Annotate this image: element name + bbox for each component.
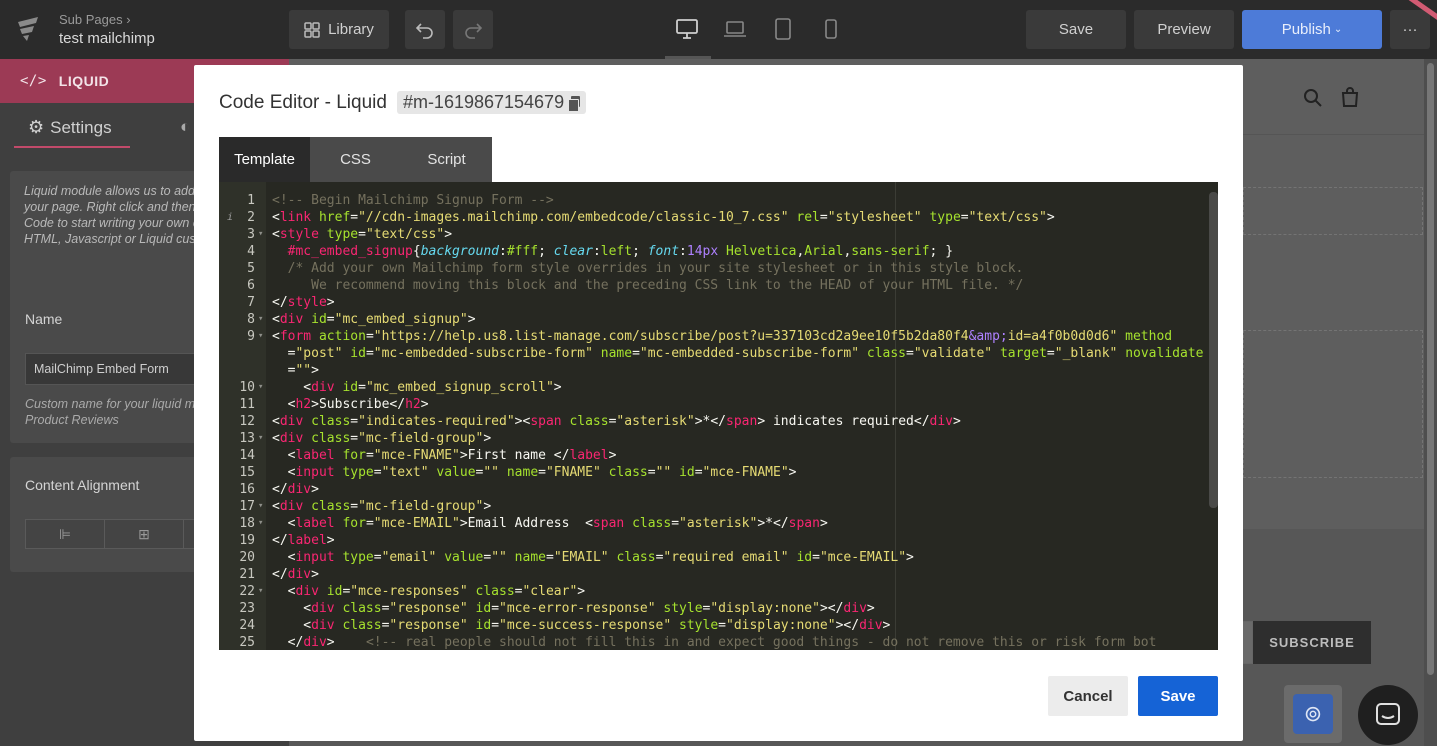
code-editor-modal: Code Editor - Liquid #m-1619867154679 Te… <box>194 65 1243 741</box>
section-placeholder <box>1243 330 1423 478</box>
gear-icon: ⚙ <box>28 117 45 137</box>
fold-arrow-icon: ▾ <box>258 229 264 239</box>
fold-arrow-icon: ▾ <box>258 331 264 341</box>
align-left-icon: ⊫ <box>58 525 72 542</box>
modal-title: Code Editor - Liquid #m-1619867154679 <box>219 91 587 114</box>
tablet-icon[interactable] <box>768 14 798 44</box>
code-line: 11 <h2>Subscribe</h2> <box>239 397 429 412</box>
element-id-chip[interactable]: #m-1619867154679 <box>396 91 587 114</box>
page-scrollbar[interactable] <box>1424 59 1437 746</box>
fold-arrow-icon: ▾ <box>258 314 264 324</box>
redo-icon <box>465 22 483 39</box>
tab-css[interactable]: CSS <box>310 137 401 182</box>
breadcrumb[interactable]: Sub Pages › <box>59 12 131 27</box>
fold-arrow-icon: ▾ <box>258 433 264 443</box>
code-line: 15 <input type="text" value="" name="FNA… <box>239 465 797 480</box>
editor-tabs: Template CSS Script <box>219 137 492 182</box>
code-line: 22 ▾ <div id="mce-responses" class="clear… <box>239 584 586 599</box>
code-line: 8 ▾ <div id="mc_embed_signup"> <box>247 312 476 327</box>
publish-button[interactable]: Publish ⌄ <box>1242 10 1382 49</box>
code-line: 10 ▾ <div id="mc_embed_signup_scroll"> <box>239 380 562 395</box>
page-title: test mailchimp <box>59 30 155 47</box>
code-line: 13 ▾ <div class="mc-field-group"> <box>239 431 492 446</box>
fold-arrow-icon: ▾ <box>258 501 264 511</box>
code-line: 24 <div class="response" id="mce-success… <box>239 618 891 633</box>
preview-button[interactable]: Preview <box>1134 10 1234 49</box>
chat-icon <box>1376 703 1400 725</box>
code-line: 6 We recommend moving this block and the… <box>247 278 1024 293</box>
chevron-right-icon: › <box>126 12 131 27</box>
code-line: 12 <div class="indicates-required"><span … <box>239 414 961 429</box>
code-line: 1 <!-- Begin Mailchimp Signup Form --> <box>247 193 554 208</box>
align-center-button[interactable]: ⊞ <box>104 519 184 549</box>
library-button[interactable]: Library <box>289 10 389 49</box>
search-icon[interactable] <box>1303 88 1323 108</box>
cart-icon[interactable] <box>1340 86 1360 108</box>
help-button[interactable]: ⊚ <box>1284 685 1342 743</box>
align-center-icon: ⊞ <box>138 525 150 542</box>
code-line: 23 <div class="response" id="mce-error-r… <box>239 601 875 616</box>
code-line: =""> <box>272 363 319 378</box>
tab-settings[interactable]: ⚙ Settings <box>28 117 112 138</box>
active-tab-indicator <box>14 146 130 148</box>
name-label: Name <box>25 311 63 327</box>
undo-icon <box>415 22 433 39</box>
redo-button[interactable] <box>453 10 493 49</box>
tab-template[interactable]: Template <box>219 137 310 182</box>
chat-button[interactable] <box>1358 685 1418 745</box>
alignment-label: Content Alignment <box>25 477 140 493</box>
code-line: 7 </style> <box>247 295 335 310</box>
code-line: 17 ▾ <div class="mc-field-group"> <box>239 499 492 514</box>
code-line: 21 </div> <box>239 567 319 582</box>
code-line: 20 <input type="email" value="" name="EM… <box>239 550 914 565</box>
app-logo-icon[interactable] <box>14 14 44 44</box>
undo-button[interactable] <box>405 10 445 49</box>
fold-arrow-icon: ▾ <box>258 518 264 528</box>
code-line: 19 </label> <box>239 533 335 548</box>
code-line: 9 ▾ <form action="https://help.us8.list-ma… <box>247 329 1173 344</box>
code-line: ="post" id="mc-embedded-subscribe-form" … <box>272 346 1204 361</box>
code-line: 14 <label for="mce-FNAME">First name </l… <box>239 448 617 463</box>
lifebuoy-icon: ⊚ <box>1293 694 1333 734</box>
editor-scrollbar[interactable] <box>1209 192 1218 508</box>
copy-icon <box>568 95 581 112</box>
fold-arrow-icon: ▾ <box>258 586 264 596</box>
desktop-icon[interactable] <box>672 14 702 44</box>
palette-icon[interactable]: ◐ <box>180 117 190 137</box>
save-button[interactable]: Save <box>1138 676 1218 716</box>
laptop-icon[interactable] <box>720 14 750 44</box>
cancel-button[interactable]: Cancel <box>1048 676 1128 716</box>
subscribe-button[interactable]: SUBSCRIBE <box>1253 621 1371 664</box>
code-line: i 2 <link href="//cdn-images.mailchimp.com… <box>227 210 1055 225</box>
mobile-icon[interactable] <box>816 14 846 44</box>
code-line: 18 ▾ <label for="mce-EMAIL">Email Address… <box>239 516 828 531</box>
code-editor[interactable]: 1 <!-- Begin Mailchimp Signup Form --> i2… <box>219 182 1218 650</box>
code-line: 25 </div> <!-- real people should not fi… <box>239 635 1157 650</box>
code-icon: </> <box>20 73 47 89</box>
notification-ribbon <box>1401 0 1437 24</box>
fold-arrow-icon: ▾ <box>258 382 264 392</box>
section-placeholder <box>1243 187 1423 235</box>
code-line: 5 /* Add your own Mailchimp form style o… <box>247 261 1024 276</box>
align-left-button[interactable]: ⊫ <box>25 519 105 549</box>
grid-icon <box>304 21 320 38</box>
chevron-down-icon: ⌄ <box>1333 24 1343 35</box>
save-page-button[interactable]: Save <box>1026 10 1126 49</box>
code-content[interactable]: 1 <!-- Begin Mailchimp Signup Form --> i2… <box>219 192 1209 650</box>
top-toolbar: Sub Pages › test mailchimp Library Save … <box>0 0 1437 59</box>
code-line: 16 </div> <box>239 482 319 497</box>
tab-script[interactable]: Script <box>401 137 492 182</box>
code-line: 3 ▾ <style type="text/css"> <box>247 227 453 242</box>
code-line: 4 #mc_embed_signup{background:#fff; clea… <box>247 244 954 259</box>
